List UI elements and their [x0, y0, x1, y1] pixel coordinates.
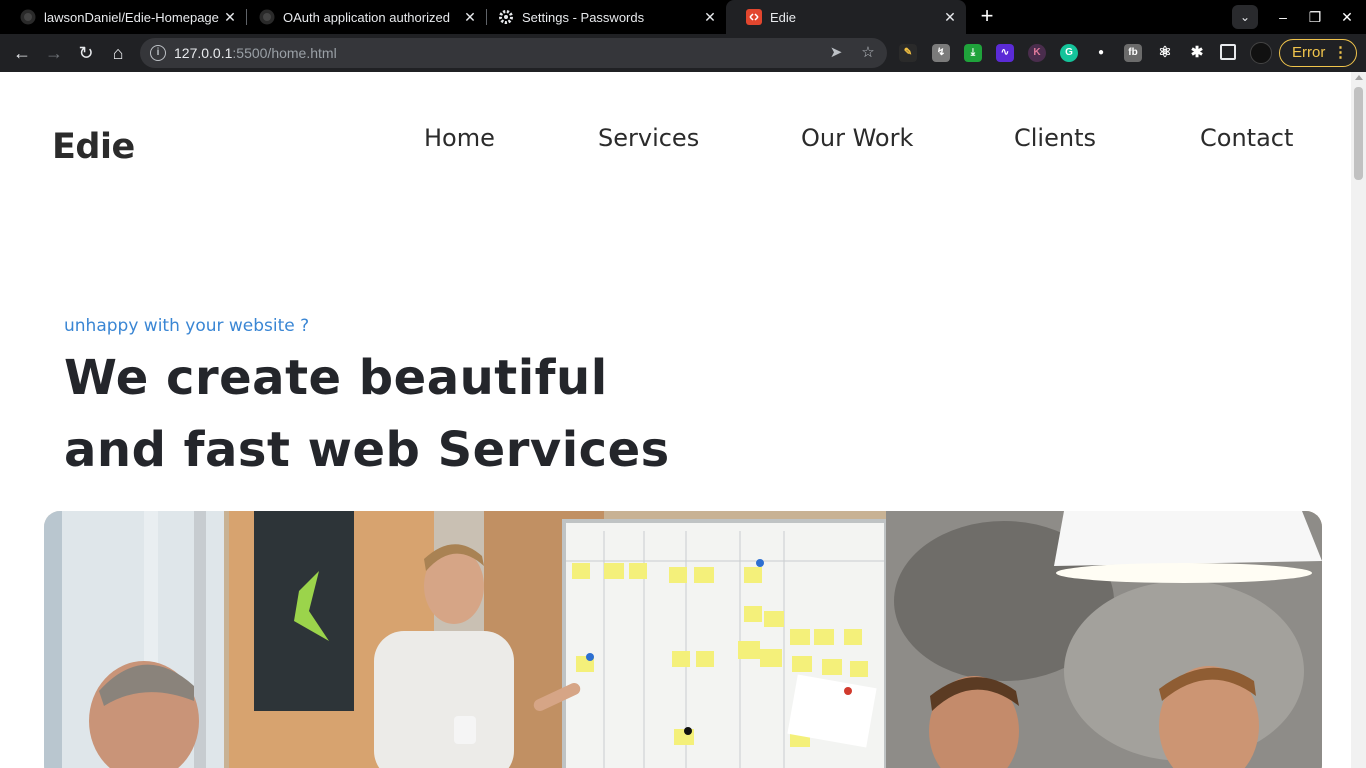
tab-title: OAuth application authorized [283, 9, 450, 25]
tab-github-repo[interactable]: lawsonDaniel/Edie-Homepage ✕ [0, 0, 246, 34]
window-close-icon[interactable]: ✕ [1338, 8, 1356, 26]
url-text[interactable]: 127.0.0.1:5500/home.html [174, 45, 337, 61]
bookmark-star-icon[interactable]: ☆ [858, 43, 878, 63]
gear-icon [498, 9, 514, 25]
close-icon[interactable]: ✕ [702, 9, 718, 25]
url-path: :5500/home.html [232, 45, 337, 61]
home-button[interactable]: ⌂ [106, 41, 130, 65]
nav-home[interactable]: Home [424, 124, 495, 152]
site-info-icon[interactable]: i [150, 45, 166, 61]
puzzle-extensions-icon[interactable]: ✱ [1188, 44, 1206, 62]
tab-title: Settings - Passwords [522, 9, 645, 25]
send-icon[interactable]: ➤ [826, 43, 846, 63]
url-host: 127.0.0.1 [174, 45, 233, 61]
close-icon[interactable]: ✕ [942, 9, 958, 25]
webpage-viewport: Edie Home Services Our Work Clients Cont… [0, 72, 1366, 768]
grammarly-icon[interactable]: G [1060, 44, 1078, 62]
error-profile-button[interactable]: Error ⋮ [1279, 39, 1357, 67]
scrollbar-thumb[interactable] [1354, 87, 1363, 180]
restore-icon[interactable]: ❐ [1306, 8, 1324, 26]
side-panel-icon[interactable] [1220, 44, 1236, 60]
browser-toolbar: ← → ↻ ⌂ i 127.0.0.1:5500/home.html ➤ ☆ ✎… [0, 34, 1366, 72]
nav-services[interactable]: Services [598, 124, 699, 152]
tb-extension-icon[interactable]: fb [1124, 44, 1142, 62]
close-icon[interactable]: ✕ [222, 9, 238, 25]
scroll-up-arrow-icon[interactable] [1355, 75, 1363, 80]
forward-button[interactable]: → [42, 41, 66, 65]
error-label: Error [1292, 44, 1326, 61]
page-scrollbar[interactable] [1351, 72, 1366, 768]
hero-headline: We create beautiful and fast web Service… [64, 342, 670, 486]
react-devtools-icon[interactable]: ⚛ [1156, 44, 1174, 62]
nav-contact[interactable]: Contact [1200, 124, 1293, 152]
team-meeting-photo [44, 511, 1322, 768]
hero-headline-line-1: We create beautiful [64, 350, 608, 406]
tab-title: Edie [770, 9, 797, 25]
nav-clients[interactable]: Clients [1014, 124, 1096, 152]
tab-oauth[interactable]: OAuth application authorized ✕ [239, 0, 486, 34]
address-bar[interactable]: i 127.0.0.1:5500/home.html ➤ ☆ [140, 38, 887, 68]
github-icon [259, 9, 275, 25]
nav-our-work[interactable]: Our Work [801, 124, 913, 152]
wave-extension-icon[interactable]: ∿ [996, 44, 1014, 62]
pencil-extension-icon[interactable]: ✎ [899, 44, 917, 62]
tab-edie[interactable]: Edie ✕ [726, 0, 966, 34]
reload-button[interactable]: ↻ [74, 41, 98, 65]
tab-settings-passwords[interactable]: Settings - Passwords ✕ [478, 0, 726, 34]
back-button[interactable]: ← [10, 41, 34, 65]
hero-image [44, 511, 1322, 768]
site-favicon-icon [746, 9, 762, 25]
k-extension-icon[interactable]: K [1028, 44, 1046, 62]
github-icon [20, 9, 36, 25]
hero-headline-line-2: and fast web Services [64, 422, 670, 478]
tab-title: lawsonDaniel/Edie-Homepage [44, 9, 219, 25]
extension-gray-icon[interactable]: ↯ [932, 44, 950, 62]
new-tab-button[interactable]: + [975, 5, 999, 28]
close-icon[interactable]: ✕ [462, 9, 478, 25]
download-extension-icon[interactable]: ⤓ [964, 44, 982, 62]
tab-search-button[interactable]: ⌄ [1232, 5, 1258, 29]
people-extension-icon[interactable]: ● [1092, 44, 1110, 62]
hero-tagline: unhappy with your website ? [64, 316, 310, 336]
more-menu-icon[interactable]: ⋮ [1333, 40, 1348, 65]
site-logo[interactable]: Edie [52, 127, 135, 167]
minimize-icon[interactable]: – [1274, 8, 1292, 26]
browser-tab-strip: lawsonDaniel/Edie-Homepage ✕ OAuth appli… [0, 0, 1366, 34]
profile-avatar-icon[interactable] [1250, 42, 1272, 64]
